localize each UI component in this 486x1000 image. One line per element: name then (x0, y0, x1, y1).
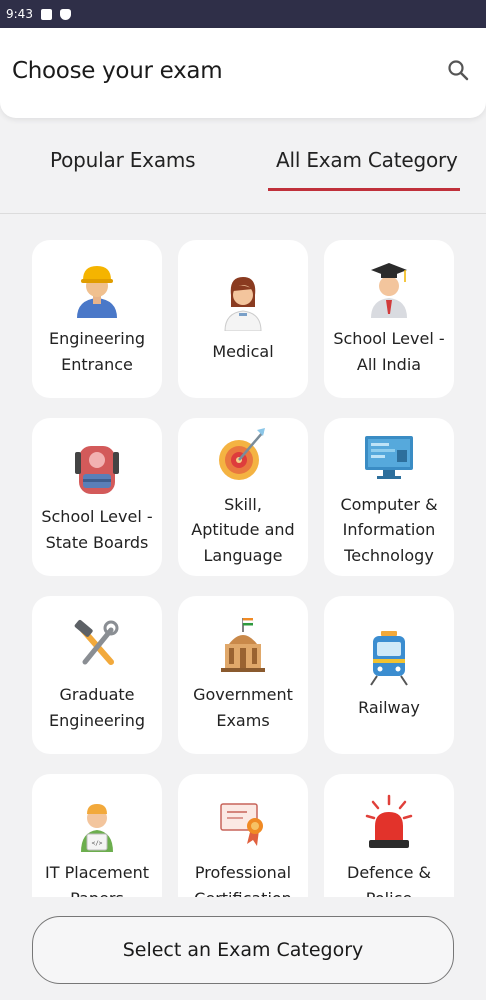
tab-bar: Popular Exams All Exam Category (0, 118, 486, 214)
category-card-professional-certification[interactable]: Professional Certification (178, 774, 308, 897)
category-card-skill-aptitude-language[interactable]: Skill, Aptitude and Language (178, 418, 308, 576)
category-label: Government Exams (193, 685, 293, 730)
engineer-icon (77, 266, 117, 319)
category-label: Professional Certification (194, 863, 292, 897)
backpack-icon (75, 446, 119, 495)
category-label: Computer & Information Technology (340, 494, 438, 565)
developer-icon: </> (81, 804, 113, 853)
doctor-icon (224, 277, 262, 332)
category-label: Railway (358, 698, 420, 718)
category-card-school-all-india[interactable]: School Level - All India (324, 240, 454, 398)
train-icon (370, 631, 408, 686)
category-card-engineering-entrance[interactable]: Engineering Entrance (32, 240, 162, 398)
category-card-medical[interactable]: Medical (178, 240, 308, 398)
search-icon[interactable] (446, 58, 470, 82)
app-header: Choose your exam (0, 28, 486, 118)
category-card-graduate-engineering[interactable]: Graduate Engineering (32, 596, 162, 754)
category-label: Defence & Police (347, 863, 431, 897)
page-title: Choose your exam (12, 58, 223, 84)
category-label: Skill, Aptitude and Language (191, 494, 295, 565)
category-card-defence-police[interactable]: Defence & Police (324, 774, 454, 897)
certificate-icon (220, 803, 263, 847)
select-exam-category-button[interactable]: Select an Exam Category (32, 916, 454, 984)
status-bar: 9:43 (0, 0, 486, 28)
category-label: School Level - State Boards (41, 507, 153, 552)
category-card-railway[interactable]: Railway (324, 596, 454, 754)
category-card-computer-it[interactable]: Computer & Information Technology (324, 418, 454, 576)
category-label: IT Placement Papers (45, 863, 149, 897)
siren-icon (365, 795, 413, 849)
tab-popular-exams[interactable]: Popular Exams (50, 148, 196, 172)
tools-icon (74, 620, 119, 666)
category-card-it-placement-papers[interactable]: </> IT Placement Papers (32, 774, 162, 897)
government-building-icon (221, 618, 265, 673)
category-label: Medical (212, 342, 274, 362)
status-time: 9:43 (6, 7, 33, 21)
category-card-school-state-boards[interactable]: School Level - State Boards (32, 418, 162, 576)
notification-icon (40, 8, 52, 20)
category-label: Graduate Engineering (49, 685, 145, 730)
graduate-icon (371, 263, 407, 319)
svg-text:</>: </> (92, 840, 103, 847)
target-icon (219, 427, 265, 480)
category-label: School Level - All India (333, 329, 445, 374)
category-label: Engineering Entrance (49, 329, 145, 374)
monitor-icon (365, 435, 413, 479)
category-card-government-exams[interactable]: Government Exams (178, 596, 308, 754)
shield-icon (59, 8, 71, 20)
category-grid: Engineering Entrance Medical School Leve… (0, 215, 486, 897)
active-tab-indicator (268, 188, 460, 191)
tab-all-exam-category[interactable]: All Exam Category (276, 148, 458, 172)
